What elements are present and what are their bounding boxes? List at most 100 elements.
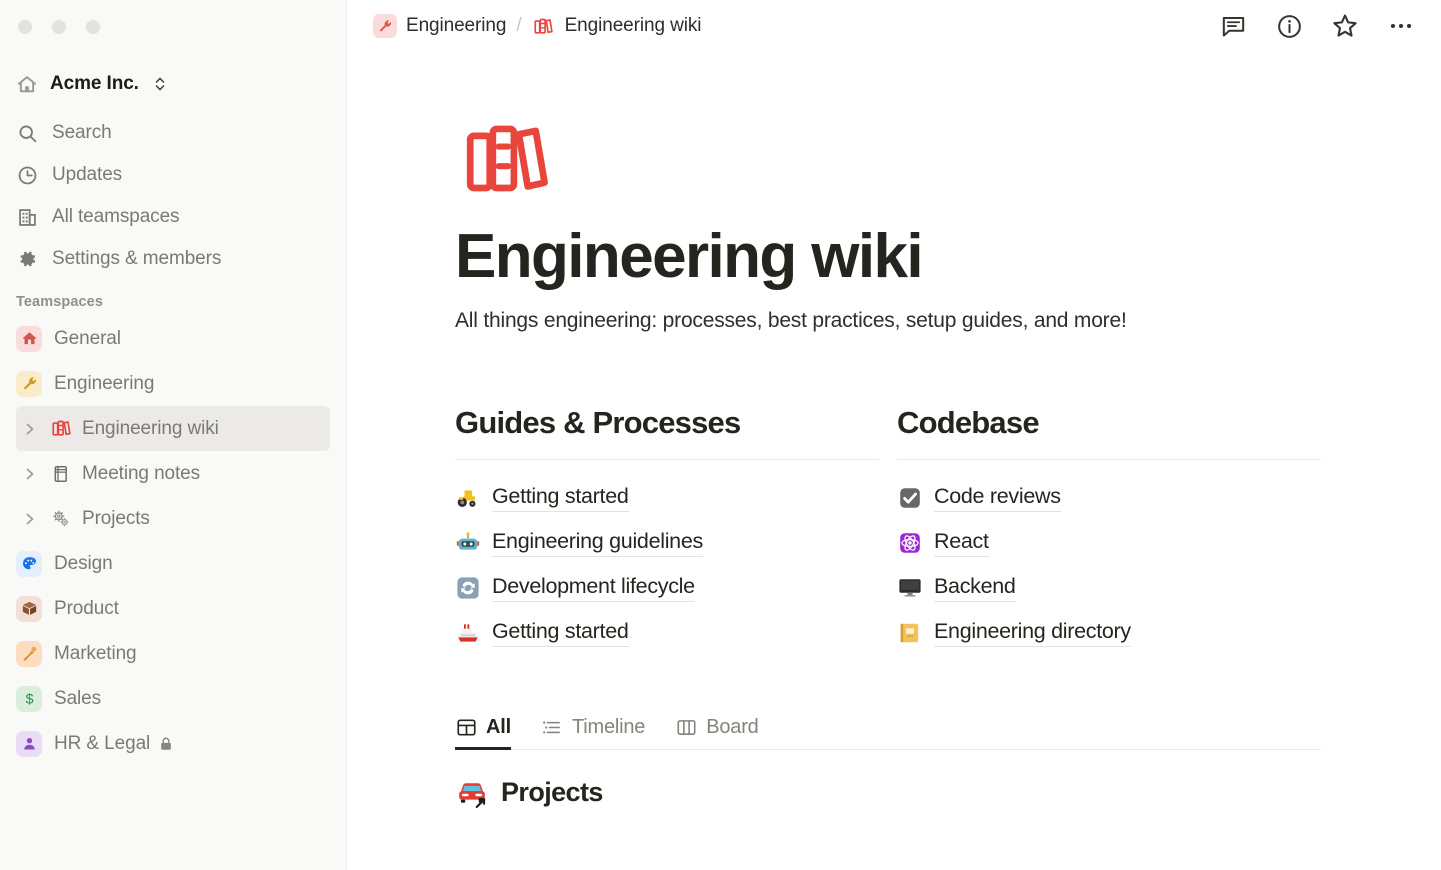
sidebar-item-engineering-wiki[interactable]: Engineering wiki [16, 406, 330, 451]
app-window: Acme Inc. Search Updates All teamspaces … [0, 0, 1441, 870]
column-codebase: Codebase Code reviews React Backend Engi… [897, 405, 1321, 656]
chevron-up-down-icon[interactable] [153, 75, 167, 93]
sidebar-item-meeting-notes[interactable]: Meeting notes [16, 451, 330, 496]
sidebar-item-text: HR & Legal [54, 732, 151, 754]
info-icon[interactable] [1275, 12, 1303, 40]
link-react[interactable]: React [897, 521, 1321, 566]
tab-timeline[interactable]: Timeline [541, 716, 645, 750]
close-button[interactable] [18, 20, 32, 34]
link-engineering-guidelines[interactable]: Engineering guidelines [455, 521, 879, 566]
sidebar-item-engineering[interactable]: Engineering [0, 361, 346, 406]
star-icon[interactable] [1331, 12, 1359, 40]
robot-emoji [455, 530, 481, 556]
sidebar-item-all-teamspaces[interactable]: All teamspaces [0, 196, 346, 238]
chevron-right-icon[interactable] [20, 509, 40, 529]
sidebar-item-design[interactable]: Design [0, 541, 346, 586]
search-icon [16, 122, 38, 144]
link-label: Getting started [492, 484, 629, 512]
page-title: Engineering wiki [455, 222, 924, 291]
sidebar-item-label: Product [54, 597, 119, 619]
page-subtitle: All things engineering: processes, best … [455, 308, 1127, 332]
svg-text:$: $ [25, 691, 33, 707]
sidebar-item-hr-legal[interactable]: HR & Legal [0, 721, 346, 766]
page-body: Engineering wiki All things engineering:… [347, 114, 1441, 810]
top-bar: Engineering / Engineering wiki [347, 0, 1441, 52]
chevron-right-icon[interactable] [20, 419, 40, 439]
link-engineering-directory[interactable]: Engineering directory [897, 611, 1321, 656]
gear-icon [16, 248, 38, 270]
ledger-emoji [897, 620, 923, 646]
wrench-emoji [373, 14, 397, 38]
database-title-row[interactable]: Projects [455, 776, 1441, 810]
books-emoji [49, 417, 73, 441]
link-label: Getting started [492, 619, 629, 647]
sidebar-item-sales[interactable]: $ Sales [0, 676, 346, 721]
notebook-emoji [49, 462, 73, 486]
breadcrumb-separator: / [516, 15, 522, 36]
window-controls [0, 0, 346, 52]
sidebar-item-label: Marketing [54, 642, 137, 664]
sidebar-item-general[interactable]: General [0, 316, 346, 361]
link-getting-started-tractor[interactable]: Getting started [455, 476, 879, 521]
teamspaces-section-title: Teamspaces [16, 294, 103, 310]
link-development-lifecycle[interactable]: Development lifecycle [455, 566, 879, 611]
breadcrumb-item-engineering-wiki[interactable]: Engineering wiki [532, 14, 701, 38]
tab-board[interactable]: Board [675, 715, 759, 750]
tab-all[interactable]: All [455, 716, 511, 750]
car-emoji [455, 776, 489, 810]
sidebar-item-label: Sales [54, 687, 102, 709]
sidebar-item-settings[interactable]: Settings & members [0, 238, 346, 280]
link-getting-started-ship[interactable]: Getting started [455, 611, 879, 656]
sidebar-item-projects[interactable]: Projects [16, 496, 330, 541]
microphone-emoji [16, 640, 42, 667]
sidebar-item-label: Engineering [54, 372, 155, 394]
minimize-button[interactable] [52, 20, 66, 34]
check-emoji [897, 485, 923, 511]
package-emoji [16, 595, 42, 622]
link-list: Code reviews React Backend Engineering d… [897, 476, 1321, 656]
sidebar-item-label: Projects [82, 507, 150, 529]
desktop-emoji [897, 575, 923, 601]
more-icon[interactable] [1387, 12, 1415, 40]
refresh-emoji [455, 575, 481, 601]
page-icon-books-emoji[interactable] [455, 114, 565, 210]
sidebar-item-search[interactable]: Search [0, 112, 346, 154]
grid-icon [455, 716, 477, 738]
breadcrumb-label: Engineering [406, 15, 507, 36]
timeline-icon [541, 716, 563, 738]
link-code-reviews[interactable]: Code reviews [897, 476, 1321, 521]
chevron-right-icon[interactable] [20, 464, 40, 484]
comment-icon[interactable] [1219, 12, 1247, 40]
sidebar-item-label: Updates [52, 164, 123, 185]
board-icon [675, 716, 697, 738]
link-label: Engineering directory [934, 619, 1131, 647]
palette-emoji [16, 550, 42, 577]
lock-icon [158, 736, 174, 752]
column-divider [897, 458, 1321, 460]
sidebar-item-label: HR & Legal [54, 733, 174, 755]
sidebar-item-product[interactable]: Product [0, 586, 346, 631]
link-backend[interactable]: Backend [897, 566, 1321, 611]
maximize-button[interactable] [86, 20, 100, 34]
sidebar-item-label: All teamspaces [52, 206, 180, 227]
ship-emoji [455, 620, 481, 646]
building-icon [16, 206, 38, 228]
sidebar-item-marketing[interactable]: Marketing [0, 631, 346, 676]
column-heading: Codebase [897, 404, 1040, 440]
tab-label: Timeline [571, 715, 646, 738]
sidebar-item-label: Engineering wiki [82, 417, 219, 439]
breadcrumb-item-engineering[interactable]: Engineering [373, 14, 506, 38]
tab-label: Board [706, 715, 759, 738]
sidebar-item-updates[interactable]: Updates [0, 154, 346, 196]
topbar-actions [1219, 12, 1415, 40]
database-title: Projects [501, 777, 603, 808]
tractor-emoji [455, 485, 481, 511]
sidebar-item-label: General [54, 327, 121, 349]
workspace-name: Acme Inc. [50, 73, 139, 94]
home-icon [16, 73, 38, 95]
workspace-switcher[interactable]: Acme Inc. [0, 64, 346, 104]
wrench-emoji [16, 370, 42, 397]
sidebar-item-label: Settings & members [52, 248, 222, 269]
sidebar-item-label: Meeting notes [82, 462, 201, 484]
primary-nav: Search Updates All teamspaces Settings &… [0, 112, 346, 280]
